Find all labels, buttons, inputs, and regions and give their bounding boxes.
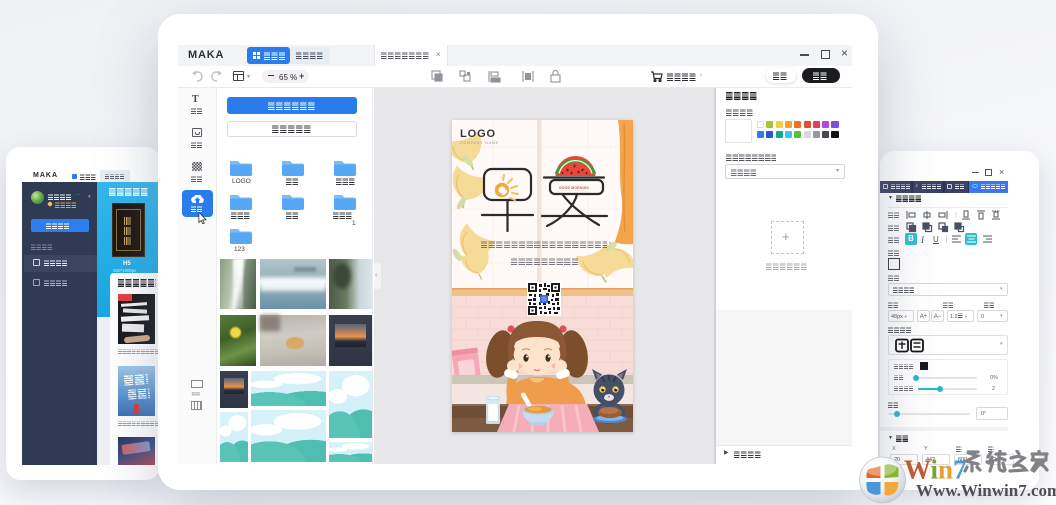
svg-text:Win7: Win7 bbox=[904, 455, 967, 485]
svg-text:Www.Winwin7.com: Www.Winwin7.com bbox=[916, 481, 1056, 500]
svg-text:GOOD MORNING: GOOD MORNING bbox=[559, 186, 589, 190]
svg-text:LOGO: LOGO bbox=[460, 128, 496, 140]
svg-text:COMPANY NAME: COMPANY NAME bbox=[460, 141, 499, 145]
